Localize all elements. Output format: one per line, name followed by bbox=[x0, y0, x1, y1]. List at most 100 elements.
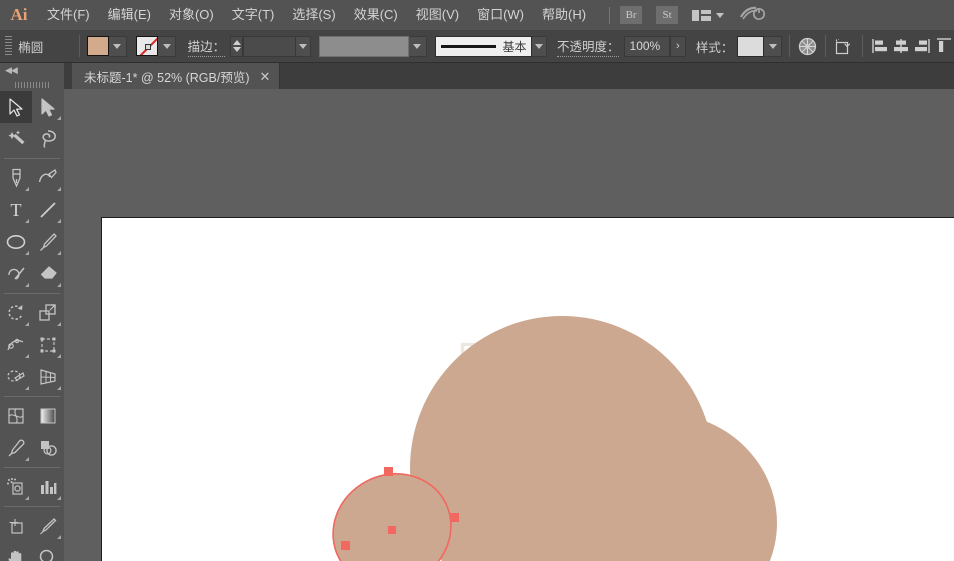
align-top-icon[interactable] bbox=[933, 33, 954, 59]
paintbrush-tool[interactable] bbox=[32, 226, 64, 258]
recolor-artwork-icon[interactable] bbox=[797, 33, 818, 59]
free-transform-tool[interactable] bbox=[32, 329, 64, 361]
stroke-swatch-none[interactable] bbox=[136, 36, 158, 56]
workspace-switcher-icon[interactable] bbox=[740, 4, 766, 27]
menu-edit[interactable]: 编辑(E) bbox=[99, 0, 160, 30]
width-tool[interactable] bbox=[0, 329, 32, 361]
menu-window[interactable]: 窗口(W) bbox=[468, 0, 533, 30]
stroke-weight-label[interactable]: 描边： bbox=[188, 36, 226, 57]
slice-tool[interactable] bbox=[32, 510, 64, 542]
flyout-corner-icon bbox=[25, 283, 29, 287]
chevron-down-icon bbox=[716, 13, 724, 18]
stock-icon[interactable]: St bbox=[656, 6, 678, 24]
brush-definition-label: 基本 bbox=[502, 38, 526, 55]
blend-tool[interactable] bbox=[32, 432, 64, 464]
align-left-icon[interactable] bbox=[870, 33, 891, 59]
flyout-corner-icon bbox=[25, 354, 29, 358]
column-graph-tool[interactable] bbox=[32, 471, 64, 503]
type-tool[interactable]: T bbox=[0, 194, 32, 226]
fill-swatch[interactable] bbox=[87, 36, 109, 56]
flyout-corner-icon bbox=[57, 219, 61, 223]
control-divider-1 bbox=[79, 35, 80, 57]
graphic-style-swatch[interactable] bbox=[737, 36, 764, 57]
opacity-flyout-button[interactable]: › bbox=[670, 36, 687, 57]
stroke-weight-input[interactable] bbox=[243, 36, 295, 57]
hand-tool[interactable] bbox=[0, 542, 32, 561]
menu-select[interactable]: 选择(S) bbox=[283, 0, 344, 30]
lasso-tool[interactable] bbox=[32, 123, 64, 155]
graphic-style-control[interactable] bbox=[737, 36, 782, 57]
app-logo: Ai bbox=[0, 0, 38, 30]
control-divider-3 bbox=[825, 35, 826, 57]
stepper-up-icon bbox=[233, 40, 241, 45]
ellipse-tool[interactable] bbox=[0, 226, 32, 258]
illustrator-window: Ai 文件(F) 编辑(E) 对象(O) 文字(T) 选择(S) 效果(C) 视… bbox=[0, 0, 954, 561]
collapse-panel-button[interactable]: ◀◀ bbox=[0, 63, 64, 78]
symbol-sprayer-tool[interactable] bbox=[0, 471, 32, 503]
direct-selection-tool[interactable] bbox=[32, 91, 64, 123]
artboard[interactable]: 网 system.com bbox=[101, 217, 954, 561]
document-tab-bar: 未标题-1* @ 52% (RGB/预览) ✕ bbox=[64, 63, 954, 89]
scale-tool[interactable] bbox=[32, 297, 64, 329]
transform-panel-icon[interactable] bbox=[833, 33, 855, 59]
flyout-corner-icon bbox=[25, 457, 29, 461]
rotate-tool[interactable] bbox=[0, 297, 32, 329]
control-divider-2 bbox=[789, 35, 790, 57]
flyout-corner-icon bbox=[57, 535, 61, 539]
graphic-style-dropdown-button[interactable] bbox=[764, 36, 782, 57]
menu-type[interactable]: 文字(T) bbox=[223, 0, 284, 30]
control-divider-4 bbox=[862, 35, 863, 57]
eraser-tool[interactable] bbox=[32, 258, 64, 290]
tools-panel-grip[interactable] bbox=[0, 78, 64, 91]
bridge-icon[interactable]: Br bbox=[620, 6, 642, 24]
fill-control[interactable] bbox=[87, 36, 127, 57]
chevron-down-icon bbox=[113, 44, 121, 49]
active-tool-label: 椭圆 bbox=[18, 37, 71, 56]
shape-builder-tool[interactable] bbox=[0, 361, 32, 393]
fill-dropdown-button[interactable] bbox=[109, 36, 127, 57]
tool-divider-3 bbox=[4, 396, 60, 397]
stroke-weight-stepper[interactable] bbox=[230, 36, 243, 57]
eyedropper-tool[interactable] bbox=[0, 432, 32, 464]
zoom-tool[interactable] bbox=[32, 542, 64, 561]
menu-effect[interactable]: 效果(C) bbox=[345, 0, 407, 30]
align-center-horizontal-icon[interactable] bbox=[891, 33, 912, 59]
stroke-dropdown-button[interactable] bbox=[158, 36, 176, 57]
shaper-tool[interactable] bbox=[0, 258, 32, 290]
menu-view[interactable]: 视图(V) bbox=[407, 0, 468, 30]
curvature-tool[interactable] bbox=[32, 162, 64, 194]
pen-tool[interactable] bbox=[0, 162, 32, 194]
brush-definition-preview[interactable]: 基本 bbox=[435, 36, 533, 57]
arrange-documents-icon[interactable] bbox=[692, 10, 724, 21]
width-profile-dropdown-button[interactable] bbox=[409, 36, 427, 57]
opacity-input[interactable]: 100% bbox=[624, 36, 670, 57]
stroke-color-control[interactable] bbox=[136, 36, 176, 57]
menu-file[interactable]: 文件(F) bbox=[38, 0, 99, 30]
opacity-label[interactable]: 不透明度： bbox=[557, 36, 620, 57]
mesh-tool[interactable] bbox=[0, 400, 32, 432]
canvas-area[interactable]: 网 system.com bbox=[64, 89, 954, 561]
menu-object[interactable]: 对象(O) bbox=[160, 0, 223, 30]
close-icon[interactable]: ✕ bbox=[260, 70, 271, 83]
width-profile-control[interactable] bbox=[319, 36, 427, 57]
control-bar-grip[interactable] bbox=[5, 36, 12, 57]
svg-text:T: T bbox=[11, 200, 22, 220]
tool-divider-1 bbox=[4, 158, 60, 159]
gradient-tool[interactable] bbox=[32, 400, 64, 432]
artboard-tool[interactable] bbox=[0, 510, 32, 542]
flyout-corner-icon bbox=[57, 283, 61, 287]
blob-shape[interactable] bbox=[102, 218, 954, 561]
width-profile-input[interactable] bbox=[319, 36, 409, 57]
menu-help[interactable]: 帮助(H) bbox=[533, 0, 595, 30]
perspective-grid-tool[interactable] bbox=[32, 361, 64, 393]
document-tab[interactable]: 未标题-1* @ 52% (RGB/预览) ✕ bbox=[72, 63, 280, 89]
tools-panel: ◀◀ bbox=[0, 63, 64, 561]
selection-tool[interactable] bbox=[0, 91, 32, 123]
align-right-icon[interactable] bbox=[912, 33, 933, 59]
brush-definition-dropdown-button[interactable] bbox=[532, 36, 547, 57]
stepper-down-icon bbox=[233, 47, 241, 52]
line-segment-tool[interactable] bbox=[32, 194, 64, 226]
flyout-corner-icon bbox=[57, 496, 61, 500]
magic-wand-tool[interactable] bbox=[0, 123, 32, 155]
stroke-weight-dropdown-button[interactable] bbox=[296, 36, 311, 57]
